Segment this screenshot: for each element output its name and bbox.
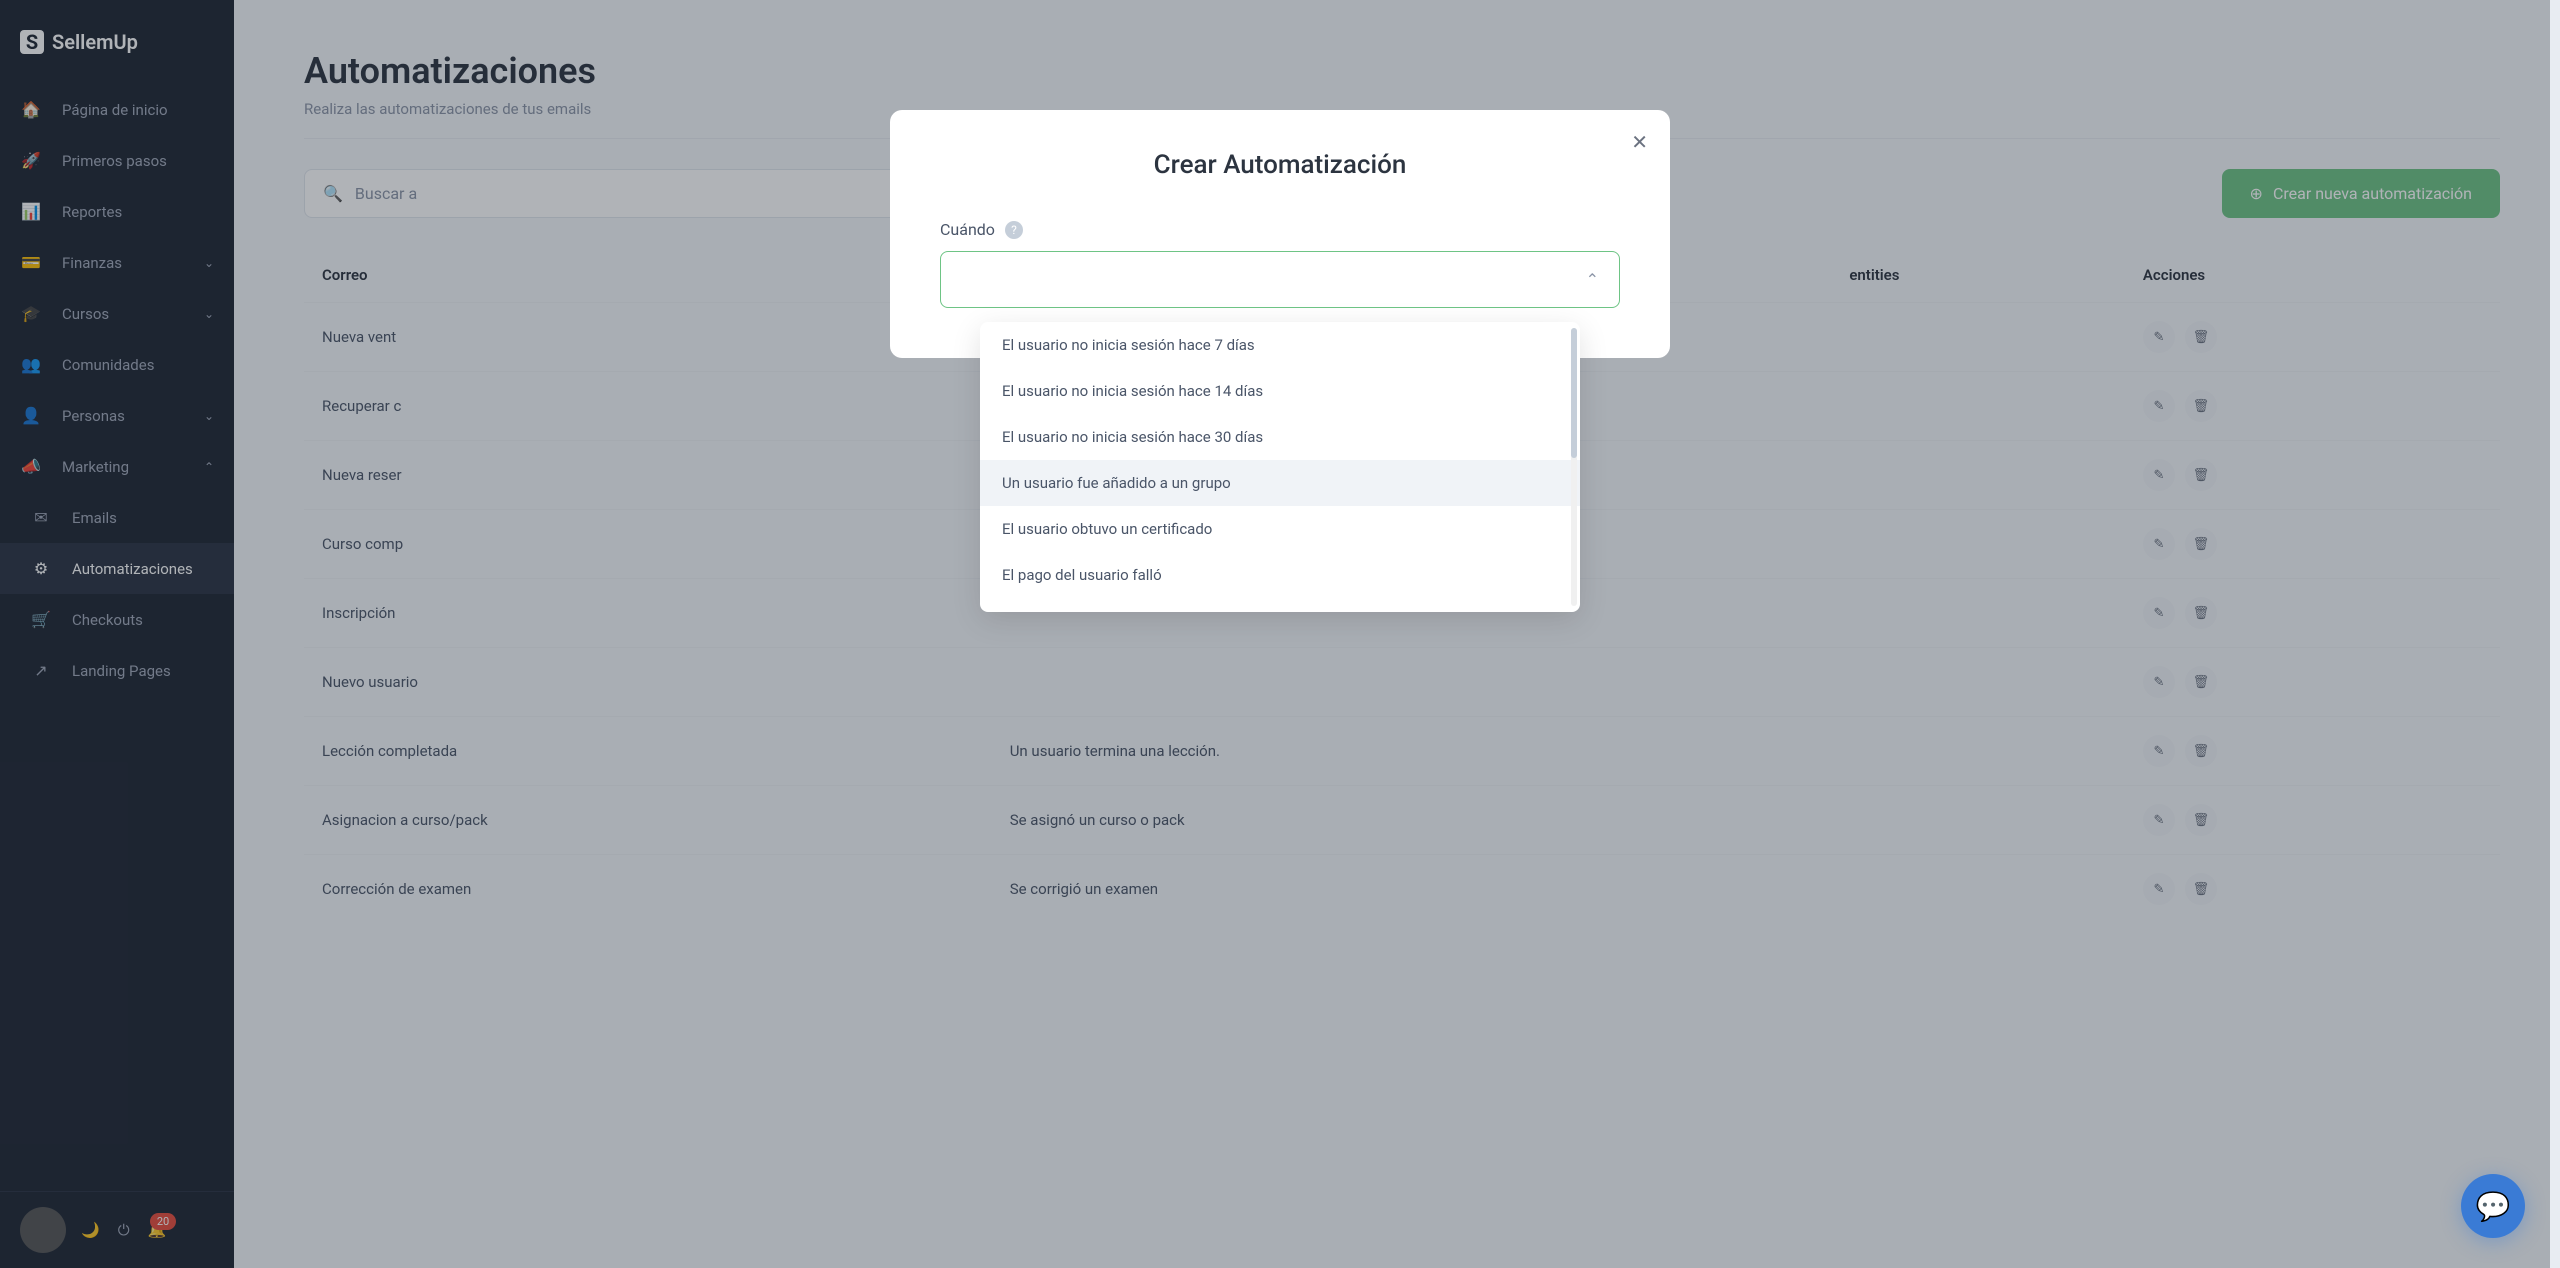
chat-widget[interactable]: 💬 (2461, 1174, 2525, 1238)
chat-icon: 💬 (2476, 1190, 2511, 1223)
create-automation-modal: ✕ Crear Automatización Cuándo ? ⌃ El usu… (890, 110, 1670, 358)
dropdown-option[interactable]: El usuario no inicia sesión hace 7 días (980, 322, 1580, 368)
cuando-select[interactable]: ⌃ (940, 251, 1620, 308)
modal-title: Crear Automatización (940, 150, 1620, 180)
dropdown-option[interactable]: El usuario obtuvo un certificado (980, 506, 1580, 552)
modal-overlay[interactable]: ✕ Crear Automatización Cuándo ? ⌃ El usu… (0, 0, 2560, 1268)
page-scrollbar[interactable] (2550, 0, 2560, 1268)
dropdown-option[interactable]: El pago del usuario falló (980, 552, 1580, 598)
dropdown-scrollbar-thumb[interactable] (1571, 328, 1577, 458)
help-icon[interactable]: ? (1005, 221, 1023, 239)
dropdown-option[interactable]: El usuario no inicia sesión hace 14 días (980, 368, 1580, 414)
dropdown-option[interactable]: Un usuario fue añadido a un grupo (980, 460, 1580, 506)
field-label-cuando: Cuándo ? (940, 220, 1620, 239)
dropdown-option[interactable]: El usuario no inicia sesión hace 30 días (980, 414, 1580, 460)
dropdown-option[interactable]: El usuario aprobó un examen (980, 598, 1580, 612)
close-icon[interactable]: ✕ (1631, 130, 1648, 154)
cuando-dropdown: El usuario no inicia sesión hace 7 díasE… (980, 322, 1580, 612)
chevron-up-icon: ⌃ (1586, 270, 1599, 289)
